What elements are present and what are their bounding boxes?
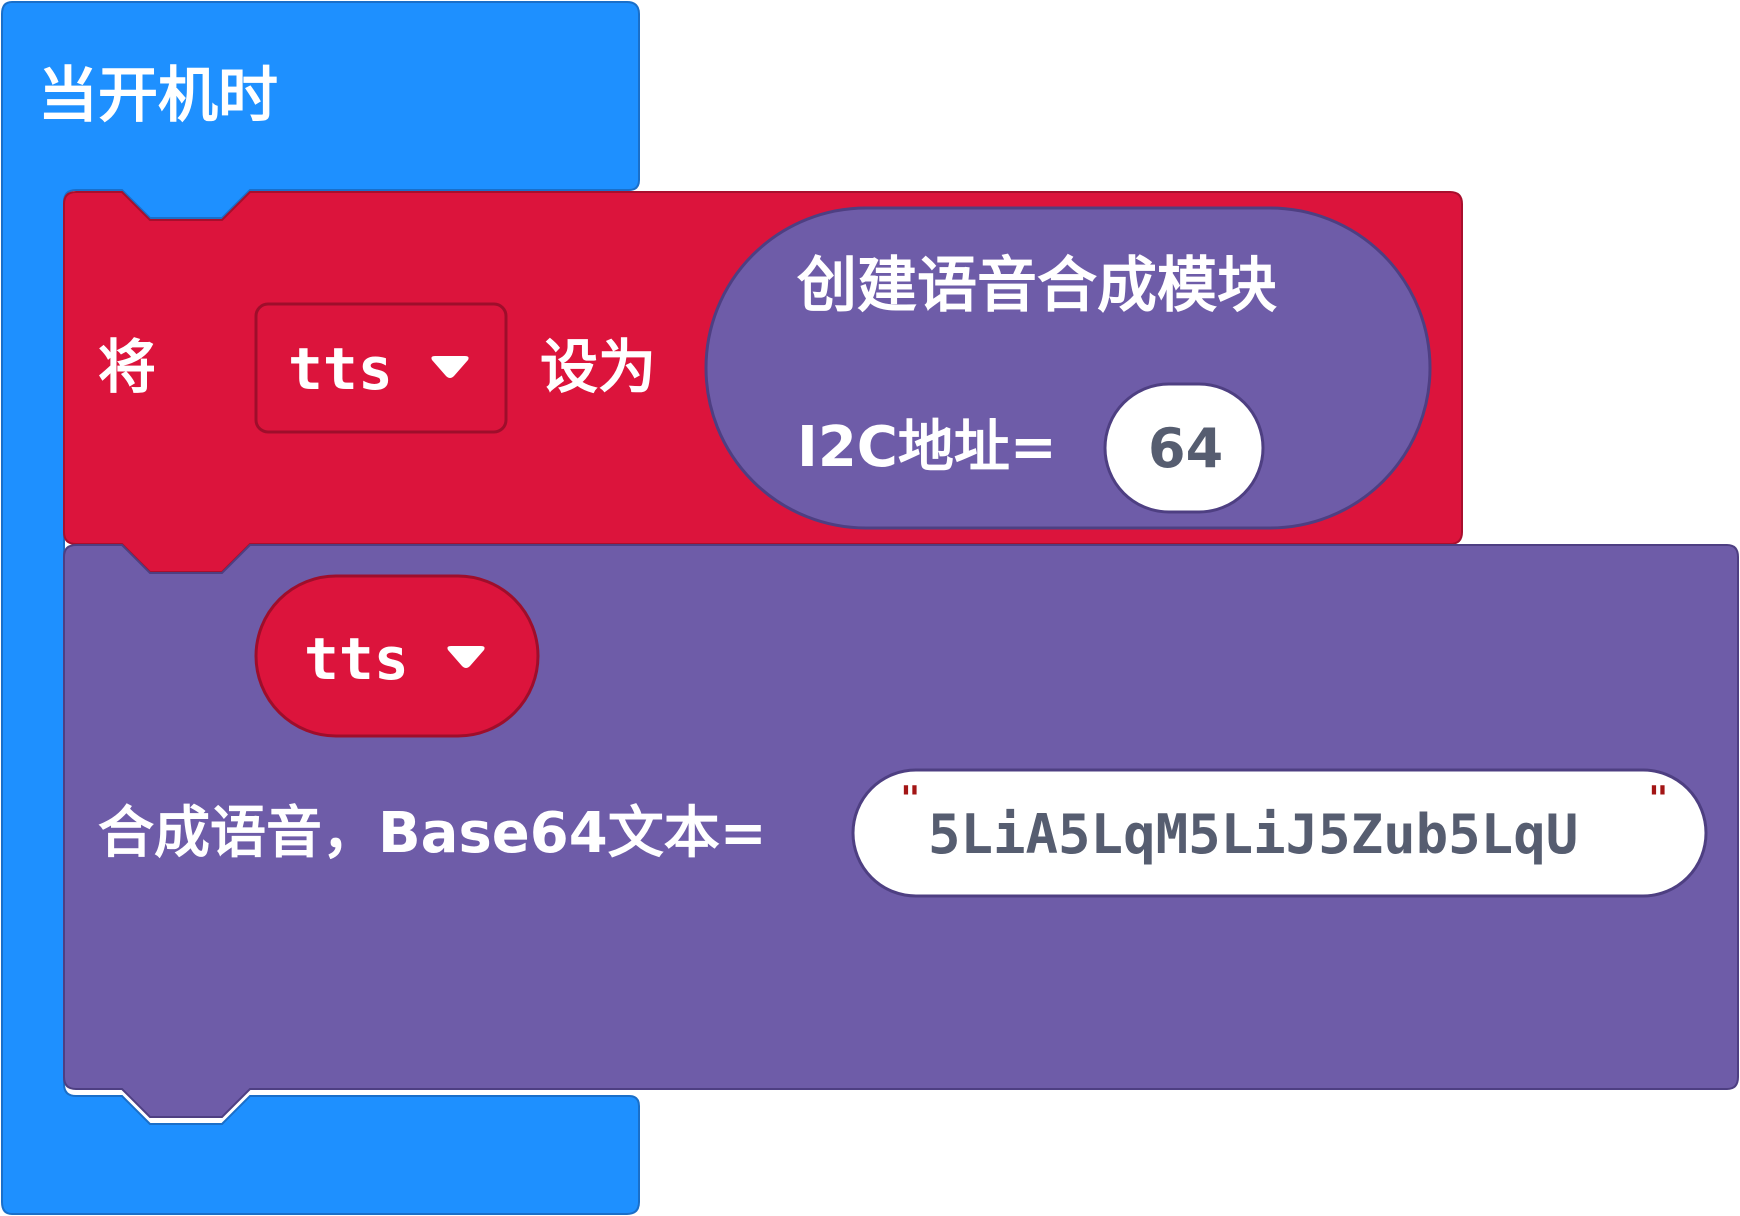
to-label: 设为 <box>540 333 657 401</box>
i2c-address-value[interactable]: 64 <box>1148 422 1223 476</box>
create-module-label: 创建语音合成模块 <box>797 251 1277 321</box>
set-label: 将 <box>98 333 157 401</box>
blocks-canvas <box>1 1 1739 1215</box>
on-start-label: 当开机时 <box>38 61 278 131</box>
i2c-address-label: I2C地址= <box>797 415 1057 480</box>
blocks-workspace: 当开机时 将 tts 设为 创建语音合成模块 I2C地址= 64 tts 合成语… <box>0 0 1740 1216</box>
synthesize-label: 合成语音，Base64文本= <box>98 801 767 866</box>
quote-open: " <box>900 779 921 819</box>
variable-dropdown-label[interactable]: tts <box>288 340 393 398</box>
triangle-down-icon[interactable] <box>430 356 470 380</box>
triangle-down-icon[interactable] <box>446 646 486 670</box>
quote-close: " <box>1648 779 1669 819</box>
tts-reporter-label[interactable]: tts <box>304 630 409 688</box>
base64-text-value[interactable]: 5LiA5LqM5LiJ5Zub5LqU <box>928 808 1578 862</box>
